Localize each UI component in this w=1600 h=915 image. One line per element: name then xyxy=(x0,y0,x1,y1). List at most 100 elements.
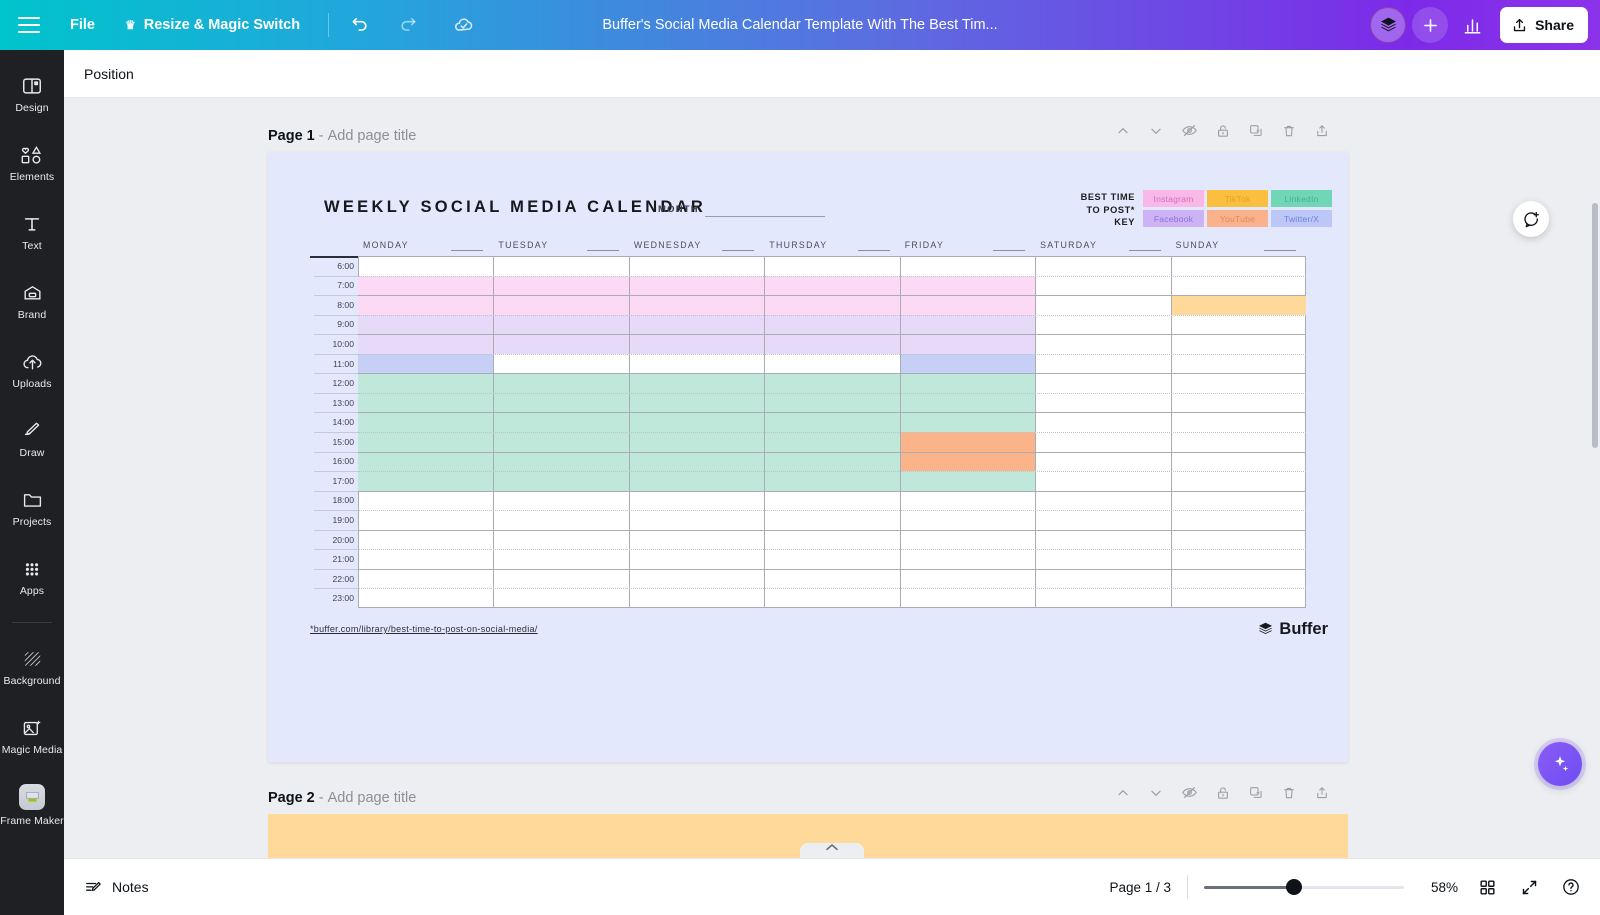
lock-icon[interactable] xyxy=(1215,123,1231,139)
undo-icon[interactable] xyxy=(343,8,377,42)
day-date-line[interactable] xyxy=(993,250,1025,251)
calendar-block-tiktok[interactable] xyxy=(1171,295,1306,315)
grid-row-line xyxy=(358,393,1306,394)
hide-page-icon[interactable] xyxy=(1181,784,1198,801)
buffer-logo-icon xyxy=(1257,621,1274,638)
position-toolbar: Position xyxy=(64,50,1600,98)
grid-row-line xyxy=(358,276,1306,277)
add-page-icon[interactable] xyxy=(1314,785,1330,801)
add-page-icon[interactable] xyxy=(1314,123,1330,139)
time-label: 18:00 xyxy=(310,491,358,511)
page-2-header: Page 2 - Add page title xyxy=(268,784,416,812)
time-divider xyxy=(314,510,358,511)
layers-icon[interactable] xyxy=(1370,7,1406,43)
sidebar-item-text[interactable]: Text xyxy=(0,198,64,267)
grid-row-line xyxy=(358,530,1306,531)
sidebar-item-uploads[interactable]: Uploads xyxy=(0,336,64,405)
zoom-slider[interactable] xyxy=(1204,879,1404,895)
resize-magic-switch-button[interactable]: ♛ Resize & Magic Switch xyxy=(125,17,300,33)
duplicate-icon[interactable] xyxy=(1248,785,1264,801)
sidebar-item-magic-media[interactable]: Magic Media xyxy=(0,702,64,771)
zoom-slider-fill xyxy=(1204,886,1294,889)
page-2-number: Page 2 xyxy=(268,790,315,806)
sidebar-item-apps[interactable]: Apps xyxy=(0,543,64,612)
chevron-down-icon[interactable] xyxy=(1148,123,1164,139)
sidebar-item-label: Frame Maker xyxy=(0,815,64,827)
grid-view-icon[interactable] xyxy=(1474,874,1500,900)
duplicate-icon[interactable] xyxy=(1248,123,1264,139)
day-date-line[interactable] xyxy=(722,250,754,251)
canvas-scroll-area[interactable]: Page 1 - Add page title WEEKLY SOCIAL ME… xyxy=(64,98,1600,858)
hamburger-icon[interactable] xyxy=(18,17,40,33)
day-date-line[interactable] xyxy=(451,250,483,251)
redo-icon[interactable] xyxy=(391,8,425,42)
calendar-block-twitter[interactable] xyxy=(900,354,1035,374)
sidebar-item-label: Projects xyxy=(13,516,52,528)
upload-icon xyxy=(1511,17,1528,34)
time-label: 11:00 xyxy=(310,354,358,374)
file-menu-label: File xyxy=(70,17,95,33)
delete-icon[interactable] xyxy=(1281,785,1297,801)
sidebar-item-projects[interactable]: Projects xyxy=(0,474,64,543)
add-comment-button[interactable] xyxy=(1513,201,1549,237)
sidebar-item-frame-maker[interactable]: Frame Maker xyxy=(0,771,64,840)
canvas-scrollbar[interactable] xyxy=(1592,203,1598,448)
source-link[interactable]: *buffer.com/library/best-time-to-post-on… xyxy=(310,624,538,634)
cloud-check-icon[interactable] xyxy=(447,8,481,42)
day-date-line[interactable] xyxy=(587,250,619,251)
sidebar-item-background[interactable]: Background xyxy=(0,633,64,702)
magic-assistant-button[interactable] xyxy=(1538,742,1582,786)
chevron-up-icon[interactable] xyxy=(1115,123,1131,139)
sidebar-item-design[interactable]: Design xyxy=(0,60,64,129)
document-title[interactable]: Buffer's Social Media Calendar Template … xyxy=(602,17,997,33)
time-divider xyxy=(314,373,358,374)
bar-chart-icon[interactable] xyxy=(1454,7,1490,43)
resize-label: Resize & Magic Switch xyxy=(144,17,300,33)
share-button[interactable]: Share xyxy=(1500,7,1588,43)
day-headers: MONDAYTUESDAYWEDNESDAYTHURSDAYFRIDAYSATU… xyxy=(310,240,1306,256)
time-divider xyxy=(314,491,358,492)
page-1-title-placeholder[interactable]: Add page title xyxy=(328,128,417,144)
notes-button[interactable]: Notes xyxy=(84,878,149,897)
time-divider xyxy=(314,412,358,413)
collapse-panel-handle[interactable] xyxy=(800,843,864,858)
time-label: 14:00 xyxy=(310,412,358,432)
expand-icon[interactable] xyxy=(1516,874,1542,900)
legend-chip-linkedin: LinkedIn xyxy=(1271,190,1332,207)
file-menu-button[interactable]: File xyxy=(70,17,95,33)
sidebar-item-elements[interactable]: Elements xyxy=(0,129,64,198)
page-1-number: Page 1 xyxy=(268,128,315,144)
sidebar-item-label: Brand xyxy=(18,309,47,321)
buffer-logo: Buffer xyxy=(1257,620,1328,639)
brand-icon xyxy=(21,282,44,304)
help-icon[interactable] xyxy=(1558,874,1584,900)
time-label: 16:00 xyxy=(310,452,358,472)
calendar-block-twitter[interactable] xyxy=(358,354,493,374)
hide-page-icon[interactable] xyxy=(1181,122,1198,139)
day-date-line[interactable] xyxy=(1264,250,1296,251)
grid-cells xyxy=(358,256,1306,608)
plus-icon[interactable] xyxy=(1412,7,1448,43)
sidebar-item-brand[interactable]: Brand xyxy=(0,267,64,336)
month-input-line[interactable] xyxy=(705,216,825,217)
lock-icon[interactable] xyxy=(1215,785,1231,801)
time-axis: 6:007:008:009:0010:0011:0012:0013:0014:0… xyxy=(310,256,358,608)
sidebar-item-draw[interactable]: Draw xyxy=(0,405,64,474)
delete-icon[interactable] xyxy=(1281,123,1297,139)
day-date-line[interactable] xyxy=(858,250,890,251)
grid-row-line xyxy=(358,334,1306,335)
page-2-title-placeholder[interactable]: Add page title xyxy=(328,790,417,806)
day-header-monday: MONDAY xyxy=(363,240,409,250)
chevron-down-icon[interactable] xyxy=(1148,785,1164,801)
zoom-level: 58% xyxy=(1420,880,1458,895)
legend-chip-youtube: YouTube xyxy=(1207,210,1268,227)
design-page-1[interactable]: WEEKLY SOCIAL MEDIA CALENDAR MONTH BEST … xyxy=(268,152,1348,762)
time-divider xyxy=(314,276,358,277)
day-date-line[interactable] xyxy=(1129,250,1161,251)
position-button[interactable]: Position xyxy=(84,66,134,82)
text-icon xyxy=(21,213,43,235)
chevron-up-icon[interactable] xyxy=(1115,785,1131,801)
zoom-slider-knob[interactable] xyxy=(1286,879,1302,895)
grid-row-line xyxy=(358,588,1306,589)
day-header-thursday: THURSDAY xyxy=(769,240,827,250)
